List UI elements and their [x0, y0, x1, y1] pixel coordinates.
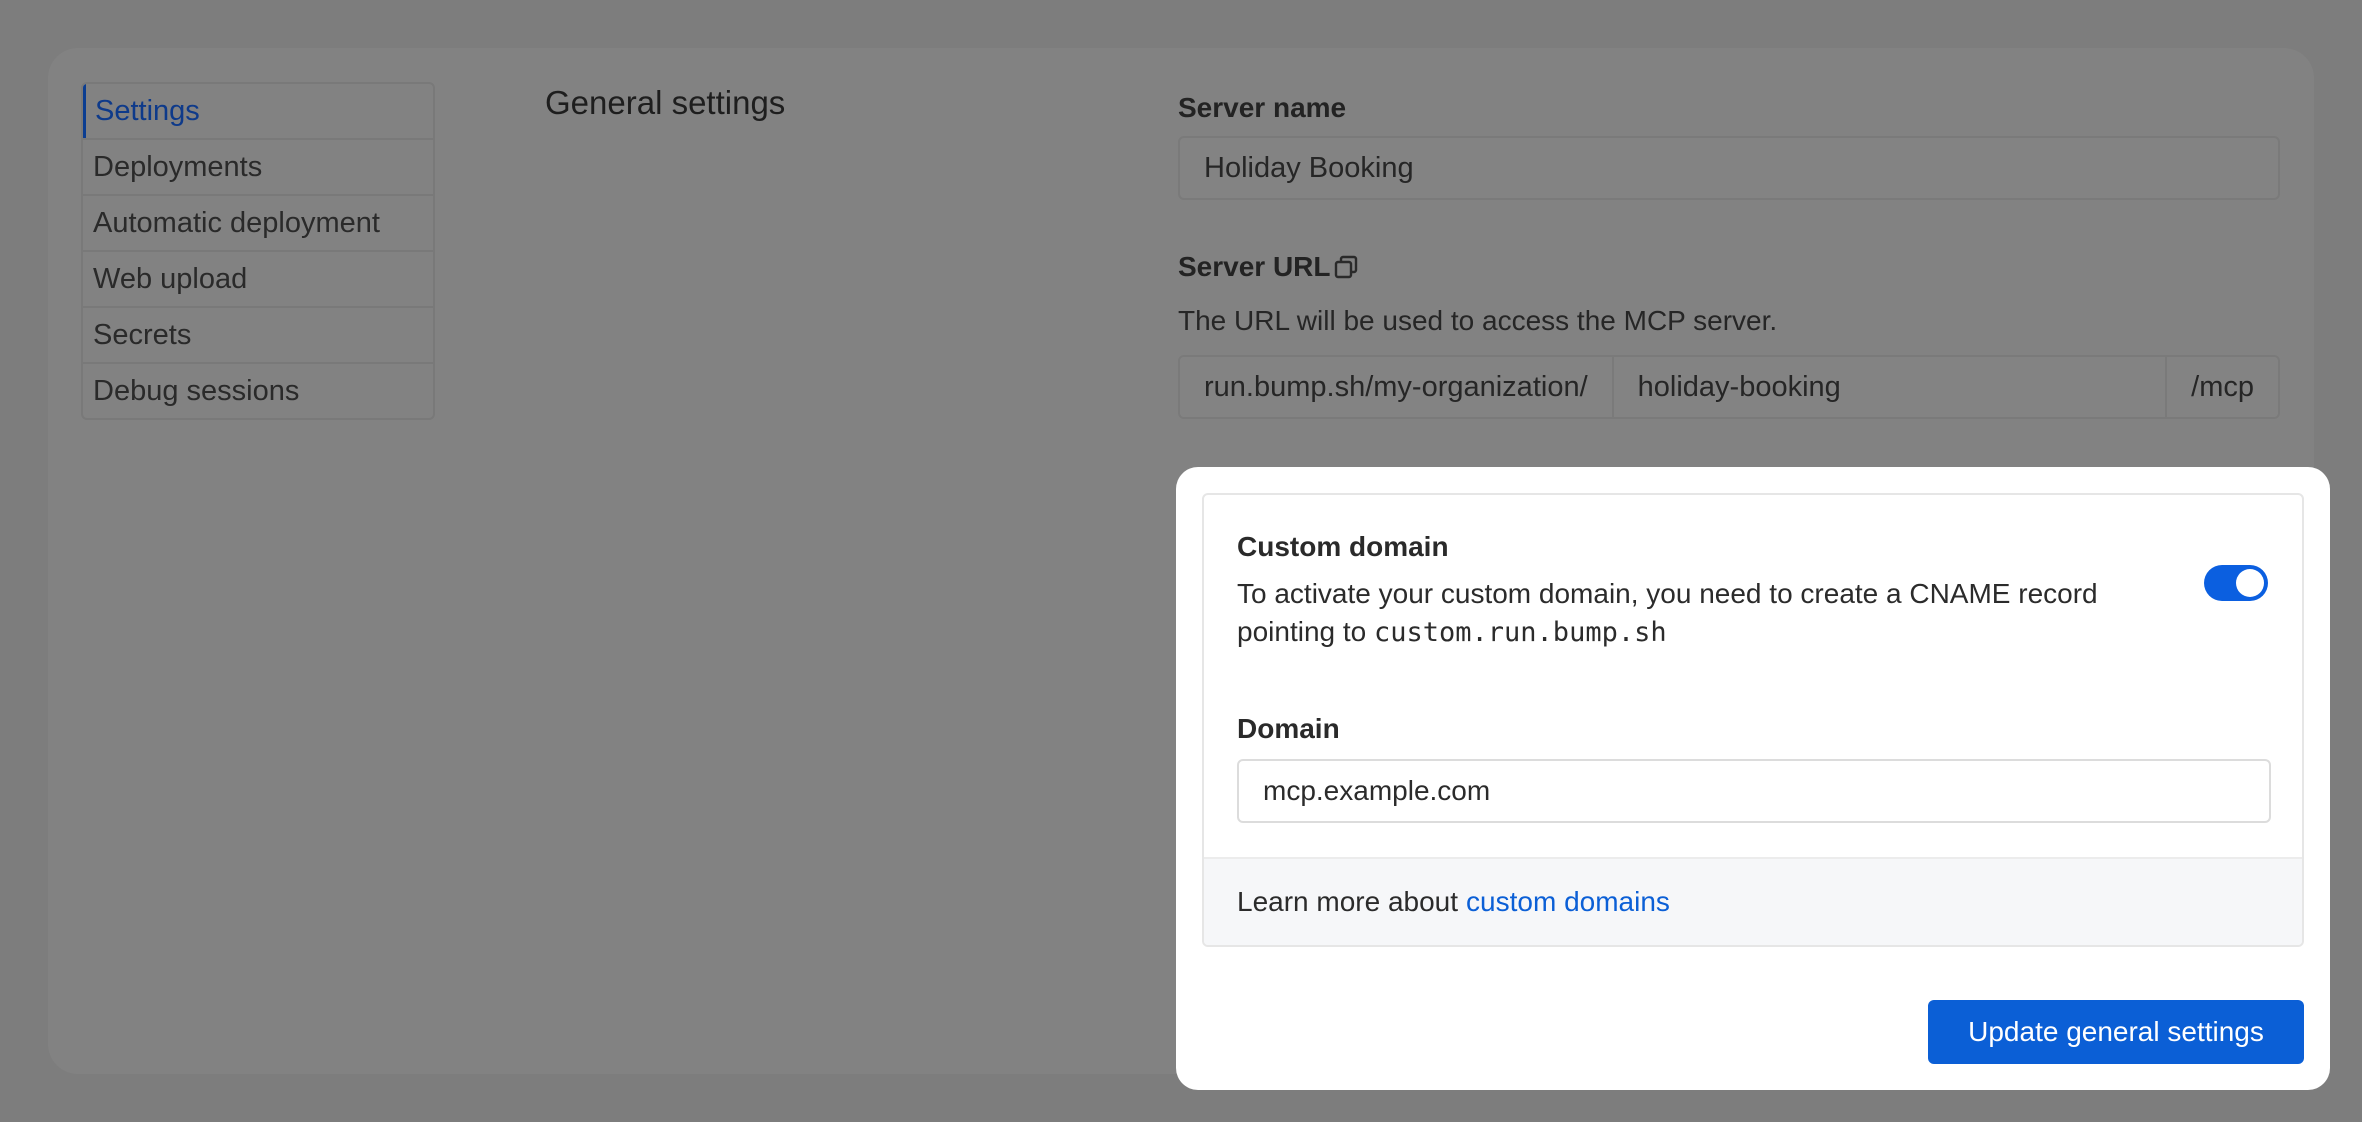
custom-domain-toggle[interactable] — [2204, 565, 2268, 601]
sidebar-item-debug-sessions[interactable]: Debug sessions — [83, 362, 433, 418]
custom-domains-link[interactable]: custom domains — [1466, 886, 1670, 918]
update-general-settings-button[interactable]: Update general settings — [1928, 1000, 2304, 1064]
sidebar-item-secrets[interactable]: Secrets — [83, 306, 433, 362]
custom-domain-dialog: Custom domain To activate your custom do… — [1176, 467, 2330, 1090]
cname-target: custom.run.bump.sh — [1374, 617, 1667, 648]
toggle-knob — [2236, 569, 2264, 597]
domain-label: Domain — [1237, 713, 1340, 744]
server-url-field: run.bump.sh/my-organization/ holiday-boo… — [1178, 355, 2280, 419]
learn-more-strip: Learn more about custom domains — [1204, 857, 2302, 945]
url-slug-input[interactable]: holiday-booking — [1614, 357, 2166, 417]
server-url-label: Server URL — [1178, 251, 1331, 282]
sidebar-item-settings[interactable]: Settings — [83, 84, 433, 138]
copy-icon[interactable] — [1333, 254, 1359, 280]
sidebar-item-web-upload[interactable]: Web upload — [83, 250, 433, 306]
custom-domain-card: Custom domain To activate your custom do… — [1202, 493, 2304, 947]
server-name-input[interactable]: Holiday Booking — [1178, 136, 2280, 200]
sidebar-item-deployments[interactable]: Deployments — [83, 138, 433, 194]
sidebar-item-automatic-deployment[interactable]: Automatic deployment — [83, 194, 433, 250]
custom-domain-title: Custom domain — [1237, 531, 1449, 562]
domain-input[interactable]: mcp.example.com — [1237, 759, 2271, 823]
url-prefix: run.bump.sh/my-organization/ — [1180, 357, 1614, 417]
section-title: General settings — [545, 84, 786, 121]
description-text: To activate your custom domain, you need… — [1237, 578, 2098, 647]
server-url-help: The URL will be used to access the MCP s… — [1178, 305, 1778, 336]
learn-more-text: Learn more about — [1237, 886, 1459, 917]
custom-domain-description: To activate your custom domain, you need… — [1237, 575, 2177, 652]
url-suffix: /mcp — [2165, 357, 2278, 417]
settings-sidebar: Settings Deployments Automatic deploymen… — [81, 82, 435, 420]
server-name-label: Server name — [1178, 92, 1347, 123]
